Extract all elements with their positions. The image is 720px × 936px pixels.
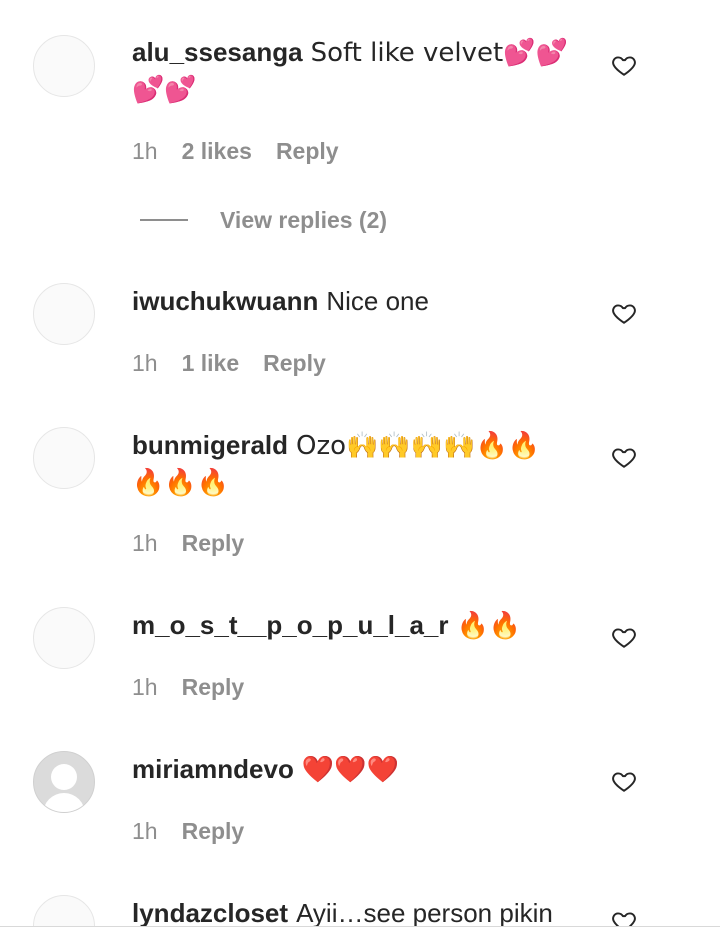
comment-username[interactable]: lyndazcloset (132, 898, 288, 926)
comment-item: lyndazcloset Ayii…see person pikin (0, 0, 720, 926)
bottom-divider (0, 926, 720, 927)
comment-text: Ayii…see person pikin (296, 898, 553, 926)
comment-text-block: lyndazcloset Ayii…see person pikin (132, 895, 572, 926)
avatar[interactable] (33, 895, 95, 926)
heart-outline-icon[interactable] (611, 908, 637, 926)
